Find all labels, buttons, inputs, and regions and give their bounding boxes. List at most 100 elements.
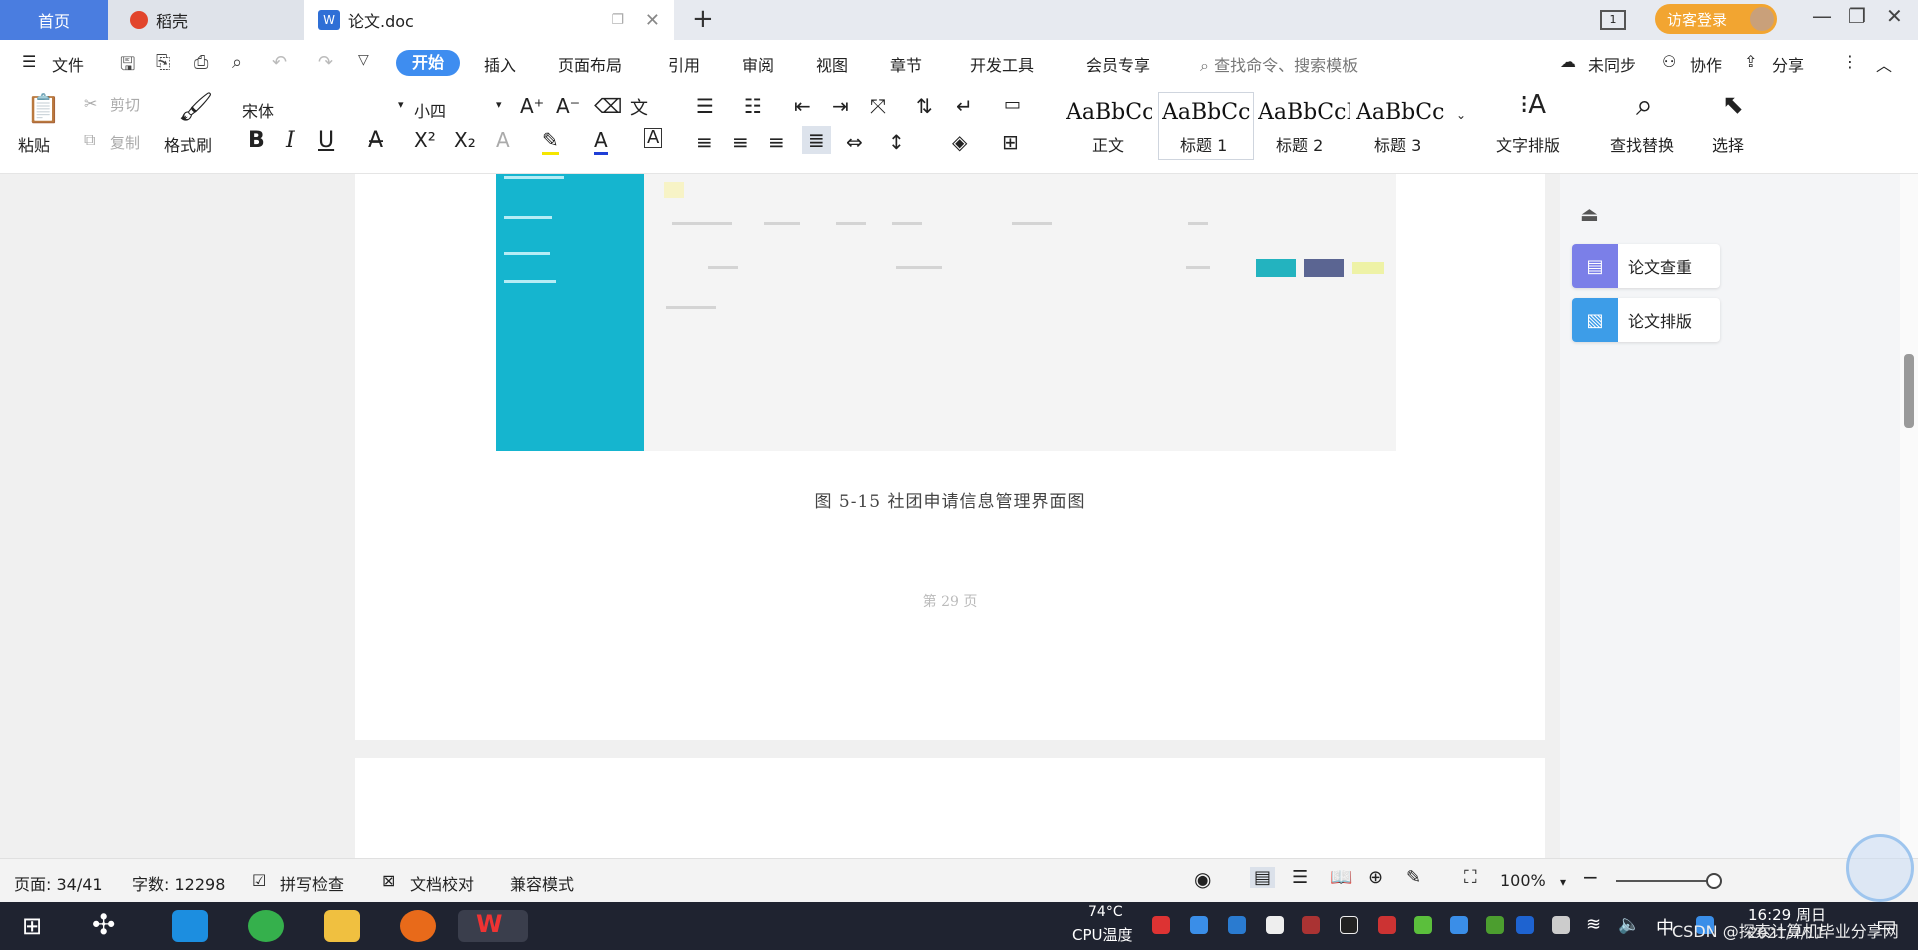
- redo-icon[interactable]: ↷: [318, 52, 333, 73]
- chinese-layout-icon[interactable]: ⤧: [870, 94, 886, 118]
- tray-app-icon[interactable]: [1450, 916, 1468, 934]
- cut-icon[interactable]: ✂: [84, 94, 97, 113]
- qq-icon[interactable]: [1340, 916, 1358, 934]
- menu-chapter[interactable]: 章节: [890, 52, 922, 76]
- zoom-slider-handle[interactable]: [1706, 873, 1722, 889]
- print-icon[interactable]: ⎙: [194, 52, 208, 73]
- show-marks-icon[interactable]: ↵: [956, 94, 973, 118]
- paste-icon[interactable]: 📋: [26, 92, 61, 125]
- screen-mode-icon[interactable]: 1: [1600, 10, 1626, 30]
- browser-green-icon[interactable]: [248, 910, 284, 942]
- minimize-icon[interactable]: —: [1812, 4, 1832, 28]
- document-page[interactable]: 图 5-15 社团申请信息管理界面图 第 29 页: [355, 174, 1545, 740]
- font-size-select[interactable]: 小四: [414, 98, 446, 122]
- shading-icon[interactable]: ◈: [952, 130, 967, 154]
- collapse-ribbon-icon[interactable]: ︿: [1876, 52, 1892, 76]
- print-preview-icon[interactable]: ⌕: [232, 52, 242, 73]
- menu-member[interactable]: 会员专享: [1086, 52, 1150, 76]
- text-effect-icon[interactable]: A: [496, 128, 510, 152]
- collab-icon[interactable]: ⚇: [1662, 52, 1676, 71]
- ruler-icon[interactable]: ▭: [1004, 94, 1021, 115]
- login-button[interactable]: 访客登录: [1655, 4, 1777, 34]
- italic-icon[interactable]: I: [286, 128, 295, 153]
- paste-button[interactable]: 粘贴: [18, 132, 50, 156]
- underline-icon[interactable]: U: [318, 128, 334, 153]
- clear-format-icon[interactable]: ⌫: [594, 94, 622, 118]
- line-spacing-icon[interactable]: ↕: [888, 130, 905, 154]
- font-color-icon[interactable]: A: [594, 128, 608, 155]
- tray-app-icon[interactable]: [1302, 916, 1320, 934]
- eye-protection-icon[interactable]: ◉: [1194, 867, 1211, 891]
- export-icon[interactable]: ⎘: [156, 52, 170, 73]
- font-size-dropdown-icon[interactable]: ▾: [496, 98, 502, 111]
- word-count[interactable]: 字数: 12298: [132, 871, 225, 895]
- proofread-button[interactable]: 文档校对: [410, 871, 474, 895]
- fit-page-icon[interactable]: ⛶: [1464, 867, 1477, 888]
- menu-file[interactable]: 文件: [52, 52, 84, 76]
- floating-assistant-icon[interactable]: [1846, 834, 1914, 902]
- close-window-icon[interactable]: ✕: [1886, 4, 1903, 28]
- page-view-icon[interactable]: ▤: [1250, 867, 1276, 888]
- tab-home[interactable]: 首页: [0, 0, 108, 40]
- menu-references[interactable]: 引用: [668, 52, 700, 76]
- wechat-icon[interactable]: [1414, 916, 1432, 934]
- zoom-slider[interactable]: [1616, 880, 1716, 882]
- zoom-out-icon[interactable]: −: [1582, 865, 1599, 889]
- cut-button[interactable]: 剪切: [110, 94, 140, 115]
- command-search[interactable]: ⌕ 查找命令、搜索模板: [1200, 52, 1358, 76]
- menu-layout[interactable]: 页面布局: [558, 52, 622, 76]
- sync-status[interactable]: 未同步: [1588, 52, 1636, 76]
- share-button[interactable]: 分享: [1772, 52, 1804, 76]
- grow-font-icon[interactable]: A⁺: [520, 94, 544, 118]
- tray-app-icon[interactable]: [1152, 916, 1170, 934]
- decrease-indent-icon[interactable]: ⇤: [794, 94, 811, 118]
- outline-view-icon[interactable]: ☰: [1292, 867, 1308, 888]
- wifi-icon[interactable]: ≋: [1586, 914, 1601, 935]
- style-preview-heading1[interactable]: AaBbCc: [1162, 100, 1252, 125]
- sort-icon[interactable]: ⇅: [916, 94, 933, 118]
- panel-collapse-icon[interactable]: ⏏: [1580, 202, 1599, 226]
- format-painter-icon[interactable]: 🖌: [178, 90, 214, 123]
- reading-view-icon[interactable]: 📖: [1330, 867, 1352, 888]
- text-layout-icon[interactable]: ⁝A: [1520, 90, 1546, 120]
- shield-icon[interactable]: [1228, 916, 1246, 934]
- restore-icon[interactable]: ❐: [1848, 4, 1866, 28]
- volume-icon[interactable]: 🔈: [1618, 914, 1640, 935]
- battery-icon[interactable]: [1552, 916, 1570, 934]
- bluetooth-icon[interactable]: [1516, 916, 1534, 934]
- char-border-icon[interactable]: A: [644, 128, 663, 148]
- find-replace-button[interactable]: 查找替换: [1610, 132, 1674, 156]
- zoom-level[interactable]: 100%: [1500, 871, 1546, 890]
- web-view-icon[interactable]: ⊕: [1368, 867, 1383, 888]
- align-left-icon[interactable]: ≡: [696, 130, 713, 154]
- write-mode-icon[interactable]: ✎: [1406, 867, 1421, 888]
- menu-review[interactable]: 审阅: [742, 52, 774, 76]
- select-button[interactable]: 选择: [1712, 132, 1744, 156]
- superscript-icon[interactable]: X²: [414, 128, 436, 152]
- nvidia-icon[interactable]: [1486, 916, 1504, 934]
- distributed-icon[interactable]: ⇔: [846, 130, 863, 154]
- increase-indent-icon[interactable]: ⇥: [832, 94, 849, 118]
- numbering-icon[interactable]: ☷: [744, 94, 762, 118]
- subscript-icon[interactable]: X₂: [454, 128, 476, 152]
- style-preview-normal[interactable]: AaBbCcI: [1066, 100, 1152, 125]
- font-name-dropdown-icon[interactable]: ▾: [398, 98, 404, 111]
- shrink-font-icon[interactable]: A⁻: [556, 94, 580, 118]
- text-layout-button[interactable]: 文字排版: [1496, 132, 1560, 156]
- format-painter-button[interactable]: 格式刷: [164, 132, 212, 156]
- hamburger-icon[interactable]: ☰: [22, 52, 36, 71]
- collab-button[interactable]: 协作: [1690, 52, 1722, 76]
- select-cursor-icon[interactable]: ⬉: [1722, 90, 1744, 120]
- undo-icon[interactable]: ↶: [272, 52, 287, 73]
- tray-app-icon[interactable]: [1378, 916, 1396, 934]
- align-center-icon[interactable]: ≡: [732, 130, 749, 154]
- quick-access-dropdown-icon[interactable]: ▽: [358, 52, 369, 68]
- windows-start-icon[interactable]: ⊞: [22, 912, 42, 940]
- bullets-icon[interactable]: ☰: [696, 94, 714, 118]
- cloud-sync-icon[interactable]: ☁: [1560, 52, 1576, 71]
- menu-insert[interactable]: 插入: [484, 52, 516, 76]
- spell-check-button[interactable]: 拼写检查: [280, 871, 344, 895]
- notification-bell-icon[interactable]: [1266, 916, 1284, 934]
- strikethrough-icon[interactable]: A̶: [368, 128, 383, 153]
- copy-button[interactable]: 复制: [110, 132, 140, 153]
